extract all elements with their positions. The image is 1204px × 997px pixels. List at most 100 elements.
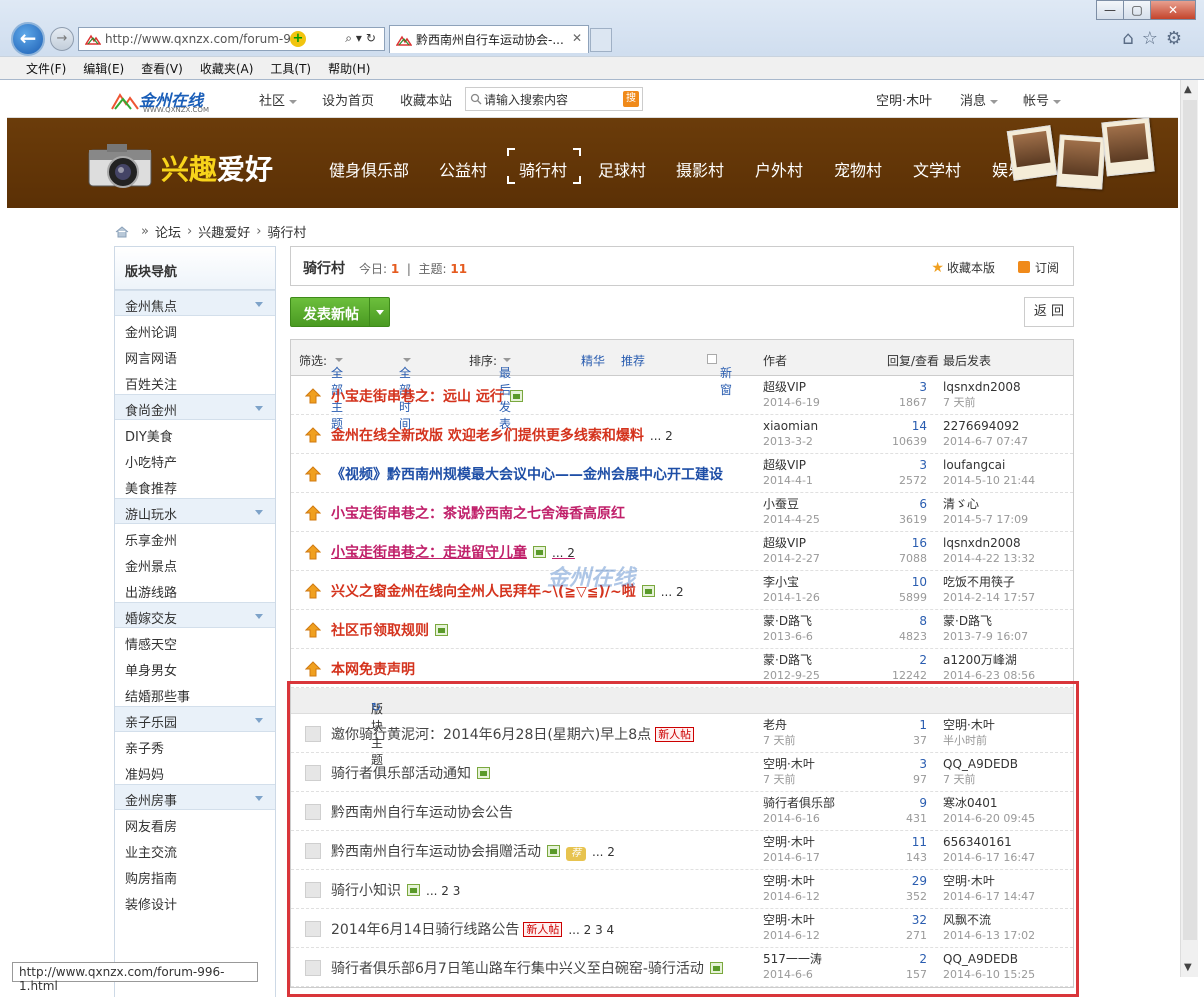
sidebar-item[interactable]: 业主交流 xyxy=(115,836,275,862)
banner-nav-charity[interactable]: 公益村 xyxy=(439,157,487,181)
collapse-triangle-icon[interactable] xyxy=(255,302,263,307)
user-name-link[interactable]: 空明·木叶 xyxy=(876,90,932,109)
nav-set-homepage[interactable]: 设为首页 xyxy=(322,90,374,109)
menu-edit[interactable]: 编辑(E) xyxy=(83,60,124,77)
filter-all-time[interactable]: 全部时间 xyxy=(399,352,411,431)
thread-title[interactable]: 《视频》黔西南州规模最大会议中心——金州会展中心开工建设 xyxy=(331,464,723,484)
banner-nav-cycling[interactable]: 骑行村 xyxy=(519,157,567,181)
scroll-up-icon[interactable]: ▲ xyxy=(1184,84,1192,95)
tab-close-icon[interactable]: ✕ xyxy=(572,31,582,45)
collapse-triangle-icon[interactable] xyxy=(255,718,263,723)
thread-title[interactable]: 小宝走街串巷之：远山 远行 xyxy=(331,386,523,406)
thread-author[interactable]: 李小宝 2014-1-26 xyxy=(763,575,820,605)
sidebar-item[interactable]: 购房指南 xyxy=(115,862,275,888)
banner-nav-literature[interactable]: 文学村 xyxy=(913,157,961,181)
sidebar-item[interactable]: 单身男女 xyxy=(115,654,275,680)
thread-title[interactable]: 社区币领取规则 xyxy=(331,620,448,640)
home-icon[interactable] xyxy=(115,225,129,238)
new-post-button[interactable]: 发表新帖 xyxy=(290,297,390,327)
compat-plus-icon[interactable]: + xyxy=(290,31,306,47)
sidebar-item[interactable]: 出游线路 xyxy=(115,576,275,602)
thread-pages[interactable]: ... 2 xyxy=(650,429,673,443)
thread-author[interactable]: 蒙·D路飞 2013-6-6 xyxy=(763,614,813,644)
nav-bookmark-site[interactable]: 收藏本站 xyxy=(400,90,452,109)
nav-community[interactable]: 社区 xyxy=(259,90,298,109)
new-window-toggle[interactable]: 新窗 xyxy=(707,352,732,397)
breadcrumb-hobby[interactable]: 兴趣爱好 xyxy=(198,222,250,241)
filter-digest[interactable]: 精华 xyxy=(581,352,605,369)
menu-favorites[interactable]: 收藏夹(A) xyxy=(200,60,254,77)
address-tools[interactable]: ⌕▾↻ xyxy=(345,31,380,46)
sidebar-group[interactable]: 婚嫁交友 xyxy=(115,602,275,628)
sidebar-item[interactable]: 乐享金州 xyxy=(115,524,275,550)
search-button[interactable]: 搜 xyxy=(623,91,639,107)
close-button[interactable]: ✕ xyxy=(1150,0,1196,20)
sidebar-group[interactable]: 食尚金州 xyxy=(115,394,275,420)
thread-pages[interactable]: ... 2 xyxy=(552,546,575,560)
sort-last-post[interactable]: 最后发表 xyxy=(499,352,511,431)
thread-last-post[interactable]: lqsnxdn2008 2014-4-22 13:32 xyxy=(943,536,1035,566)
thread-author[interactable]: xiaomian 2013-3-2 xyxy=(763,419,818,449)
banner-nav-football[interactable]: 足球村 xyxy=(598,157,646,181)
thread-title[interactable]: 本网免责声明 xyxy=(331,659,415,679)
thread-last-post[interactable]: a1200万峰湖 2014-6-23 08:56 xyxy=(943,653,1035,683)
site-logo[interactable]: 金州在线 WWW.QXNZX.COM xyxy=(111,86,223,114)
thread-last-post[interactable]: lqsnxdn2008 7 天前 xyxy=(943,380,1021,410)
menu-view[interactable]: 查看(V) xyxy=(141,60,183,77)
collapse-triangle-icon[interactable] xyxy=(255,510,263,515)
banner-nav-pets[interactable]: 宠物村 xyxy=(834,157,882,181)
thread-author[interactable]: 超级VIP 2014-6-19 xyxy=(763,380,820,410)
account-menu[interactable]: 帐号 xyxy=(1023,90,1062,109)
menu-file[interactable]: 文件(F) xyxy=(26,60,66,77)
sidebar-item[interactable]: 情感天空 xyxy=(115,628,275,654)
thread-author[interactable]: 超级VIP 2014-4-1 xyxy=(763,458,813,488)
menu-tools[interactable]: 工具(T) xyxy=(270,60,311,77)
post-dropdown[interactable] xyxy=(369,298,389,326)
sidebar-item[interactable]: 金州景点 xyxy=(115,550,275,576)
banner-nav-outdoor[interactable]: 户外村 xyxy=(755,157,803,181)
scroll-down-icon[interactable]: ▼ xyxy=(1184,962,1192,973)
browser-tab[interactable]: 黔西南州自行车运动协会-... ✕ xyxy=(389,25,589,53)
sidebar-item[interactable]: 装修设计 xyxy=(115,888,275,914)
search-input[interactable]: 请输入搜索内容 xyxy=(484,91,568,108)
sidebar-group[interactable]: 亲子乐园 xyxy=(115,706,275,732)
collapse-triangle-icon[interactable] xyxy=(255,796,263,801)
thread-last-post[interactable]: 吃饭不用筷子 2014-2-14 17:57 xyxy=(943,575,1035,605)
sidebar-item[interactable]: 准妈妈 xyxy=(115,758,275,784)
sidebar-item[interactable]: 小吃特产 xyxy=(115,446,275,472)
thread-last-post[interactable]: 清ゞ心 2014-5-7 17:09 xyxy=(943,497,1028,527)
sidebar-item[interactable]: 金州论调 xyxy=(115,316,275,342)
maximize-button[interactable]: ▢ xyxy=(1123,0,1151,20)
sidebar-item[interactable]: DIY美食 xyxy=(115,420,275,446)
sidebar-group[interactable]: 游山玩水 xyxy=(115,498,275,524)
banner-nav-photography[interactable]: 摄影村 xyxy=(676,157,724,181)
minimize-button[interactable]: — xyxy=(1096,0,1124,20)
thread-last-post[interactable]: loufangcai 2014-5-10 21:44 xyxy=(943,458,1035,488)
thread-author[interactable]: 小蚕豆 2014-4-25 xyxy=(763,497,820,527)
thread-title[interactable]: 金州在线全新改版 欢迎老乡们提供更多线索和爆料... 2 xyxy=(331,425,673,445)
favorite-forum-link[interactable]: ★ 收藏本版 xyxy=(931,259,995,276)
subscribe-link[interactable]: 订阅 xyxy=(1017,259,1059,276)
filter-all-topics[interactable]: 全部主题 xyxy=(331,352,343,431)
back-arrow-icon[interactable]: ← xyxy=(11,22,45,56)
thread-title[interactable]: 小宝走街串巷之：茶说黔西南之七舍海香高原红 xyxy=(331,503,625,523)
sidebar-item[interactable]: 结婚那些事 xyxy=(115,680,275,706)
thread-title[interactable]: 小宝走街串巷之：走进留守儿童... 2 xyxy=(331,542,575,562)
banner-nav-fitness[interactable]: 健身俱乐部 xyxy=(329,157,409,181)
thread-last-post[interactable]: 蒙·D路飞 2013-7-9 16:07 xyxy=(943,614,1028,644)
address-bar[interactable]: http://www.qxnzx.com/forum-99 + ⌕▾↻ xyxy=(78,27,385,51)
messages-menu[interactable]: 消息 xyxy=(960,90,999,109)
breadcrumb-forum[interactable]: 论坛 xyxy=(155,222,181,241)
site-search-box[interactable]: 请输入搜索内容 搜 xyxy=(465,87,643,111)
sidebar-item[interactable]: 网言网语 xyxy=(115,342,275,368)
scroll-thumb[interactable] xyxy=(1183,100,1197,940)
sidebar-item[interactable]: 网友看房 xyxy=(115,810,275,836)
sidebar-item[interactable]: 百姓关注 xyxy=(115,368,275,394)
breadcrumb-cycling[interactable]: 骑行村 xyxy=(267,222,306,241)
thread-author[interactable]: 蒙·D路飞 2012-9-25 xyxy=(763,653,820,683)
sidebar-item[interactable]: 美食推荐 xyxy=(115,472,275,498)
browser-right-icons[interactable]: ⌂☆⚙ xyxy=(1122,28,1190,49)
new-tab-button[interactable] xyxy=(590,28,612,52)
thread-last-post[interactable]: 2276694092 2014-6-7 07:47 xyxy=(943,419,1028,449)
collapse-triangle-icon[interactable] xyxy=(255,406,263,411)
